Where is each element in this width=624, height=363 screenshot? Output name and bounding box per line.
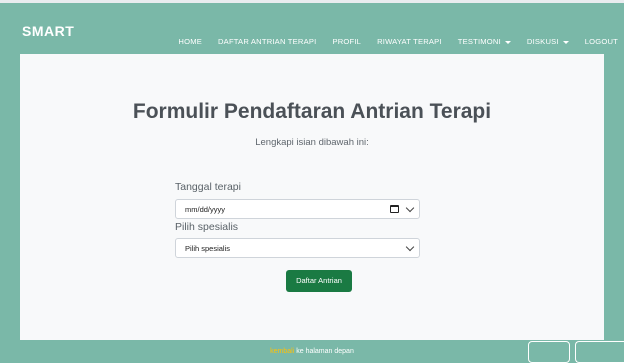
specialist-label: Pilih spesialis bbox=[175, 221, 239, 233]
nav-testimoni-label: TESTIMONI bbox=[457, 37, 501, 46]
footer-label: ke halaman depan bbox=[296, 348, 354, 355]
specialist-select[interactable]: Pilih spesialis bbox=[175, 238, 420, 258]
nav-profil[interactable]: PROFIL bbox=[332, 37, 361, 46]
caret-down-icon bbox=[504, 40, 511, 44]
nav-riwayat-terapi[interactable]: RIWAYAT TERAPI bbox=[377, 37, 442, 46]
nav-testimoni-dropdown[interactable]: TESTIMONI bbox=[458, 37, 511, 46]
chevron-down-icon bbox=[405, 242, 415, 252]
date-input[interactable]: mm/dd/yyyy bbox=[175, 199, 420, 219]
daftar-antrian-button[interactable]: Daftar Antrian bbox=[286, 270, 352, 292]
date-placeholder: mm/dd/yyyy bbox=[185, 205, 226, 214]
caret-down-icon bbox=[562, 40, 569, 44]
nav-daftar-antrian-terapi[interactable]: DAFTAR ANTRIAN TERAPI bbox=[218, 37, 316, 46]
date-label: Tanggal terapi bbox=[175, 181, 241, 193]
nav-diskusi-dropdown[interactable]: DISKUSI bbox=[527, 37, 569, 46]
footer-button-right[interactable] bbox=[575, 341, 624, 363]
back-link[interactable]: kembali bbox=[270, 348, 294, 355]
footer-button-left[interactable] bbox=[528, 341, 570, 363]
nav-home[interactable]: HOME bbox=[178, 37, 202, 46]
nav-diskusi-label: DISKUSI bbox=[526, 37, 559, 46]
navbar: SMART HOME DAFTAR ANTRIAN TERAPI PROFIL … bbox=[0, 3, 624, 46]
page-title: Formulir Pendaftaran Antrian Terapi bbox=[132, 100, 492, 123]
page-subtitle: Lengkapi isian dibawah ini: bbox=[255, 137, 369, 148]
nav-logout[interactable]: LOGOUT bbox=[585, 37, 618, 46]
specialist-selected-value: Pilih spesialis bbox=[185, 244, 231, 253]
calendar-icon[interactable] bbox=[390, 205, 399, 213]
form-card: Formulir Pendaftaran Antrian Terapi Leng… bbox=[20, 54, 604, 340]
brand-logo[interactable]: SMART bbox=[22, 23, 74, 39]
chevron-down-icon[interactable] bbox=[405, 203, 415, 213]
nav-menu: HOME DAFTAR ANTRIAN TERAPI PROFIL RIWAYA… bbox=[162, 37, 618, 46]
